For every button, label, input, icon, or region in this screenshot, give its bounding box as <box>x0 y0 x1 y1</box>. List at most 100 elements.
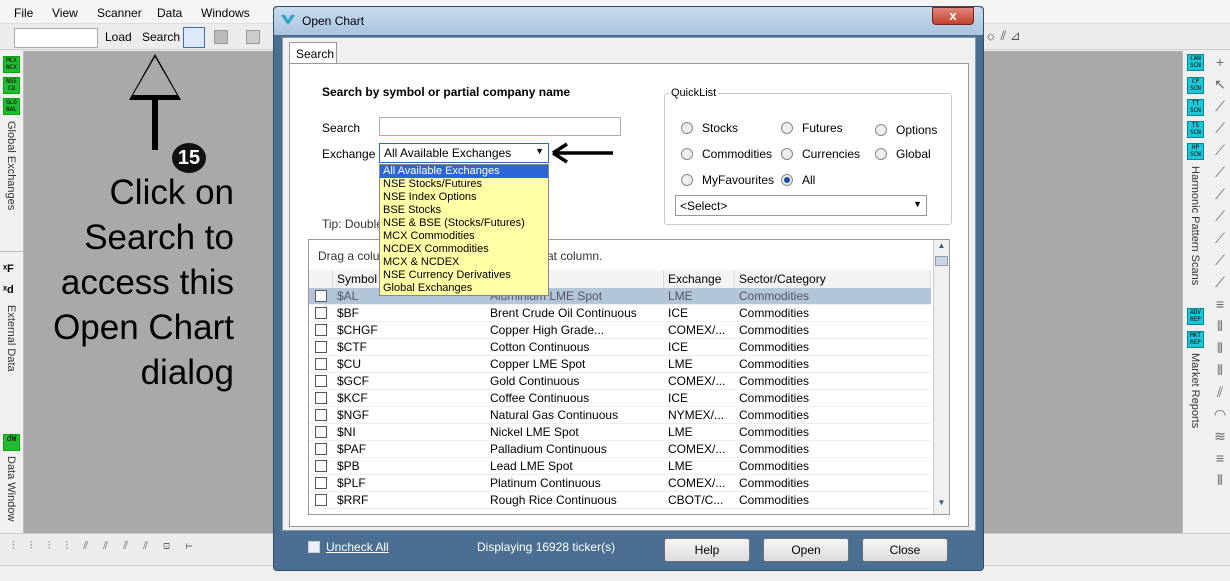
exchange-option[interactable]: NCDEX Commodities <box>380 243 548 256</box>
exchange-option[interactable]: NSE Currency Derivatives <box>380 269 548 282</box>
row-checkbox[interactable] <box>315 375 327 387</box>
table-row[interactable]: $BF Brent Crude Oil Continuous ICE Commodit… <box>309 305 931 322</box>
table-row[interactable]: $GCF Gold Continuous COMEX/... Commodities <box>309 373 931 390</box>
exchange-option[interactable]: NSE Index Options <box>380 191 548 204</box>
radio-all[interactable] <box>781 174 793 186</box>
row-checkbox[interactable] <box>315 443 327 455</box>
data-window-icon[interactable]: dW <box>3 434 20 451</box>
chart-toggle-icon[interactable] <box>183 27 205 48</box>
grid-scrollbar[interactable]: ▲ ▼ <box>933 240 949 514</box>
table-row[interactable]: $CHGF Copper High Grade... COMEX/... Commod… <box>309 322 931 339</box>
tt-scn-icon[interactable]: TT SCN <box>1187 99 1204 116</box>
radio-global[interactable] <box>875 148 887 160</box>
radio-commodities-label[interactable]: Commodities <box>702 147 772 161</box>
menu-file[interactable]: File <box>14 6 33 20</box>
save-icon[interactable] <box>214 30 228 44</box>
row-checkbox[interactable] <box>315 307 327 319</box>
external-d-icon[interactable]: ˣd <box>3 284 14 296</box>
header-sector[interactable]: Sector/Category <box>735 270 931 288</box>
row-checkbox[interactable] <box>315 426 327 438</box>
row-checkbox[interactable] <box>315 409 327 421</box>
table-row[interactable]: $CU Copper LME Spot LME Commodities <box>309 356 931 373</box>
data-window-label[interactable]: Data Window <box>5 456 17 521</box>
row-checkbox[interactable] <box>315 460 327 472</box>
table-row[interactable]: $PB Lead LME Spot LME Commodities <box>309 458 931 475</box>
adv-rep-icon[interactable]: ADV REP <box>1187 308 1204 325</box>
drawing-tools-column-icons[interactable]: + ↖ ⟋ ⟋ ⟋ ⟋ ⟋ ⟋ ⟋ ⟋ ⟋ ≡ ⫴ ⫴ ⫴ ⫽ ◠ ≋ ≡ ⫴ <box>1210 51 1230 531</box>
radio-currencies-label[interactable]: Currencies <box>802 147 860 161</box>
table-row[interactable]: $RRF Rough Rice Continuous CBOT/C... Commod… <box>309 492 931 509</box>
market-reports-label[interactable]: Market Reports <box>1189 353 1201 428</box>
search-button[interactable]: Search <box>142 30 180 44</box>
symbol-input[interactable] <box>14 28 98 48</box>
radio-global-label[interactable]: Global <box>896 147 931 161</box>
quicklist-select[interactable]: <Select> ▼ <box>675 195 927 216</box>
radio-stocks[interactable] <box>681 122 693 134</box>
radio-currencies[interactable] <box>781 148 793 160</box>
radio-options[interactable] <box>875 124 887 136</box>
drawing-tools-icons[interactable]: ☼ ⫽ ⊿ <box>985 28 1075 46</box>
radio-myfavourites-label[interactable]: MyFavourites <box>702 173 774 187</box>
can-scn-icon[interactable]: CAN SCN <box>1187 54 1204 71</box>
uncheck-all-checkbox[interactable] <box>308 541 320 553</box>
uncheck-all-label[interactable]: Uncheck All <box>326 540 389 554</box>
radio-myfavourites[interactable] <box>681 174 693 186</box>
header-exchange[interactable]: Exchange <box>664 270 735 288</box>
scroll-up-icon[interactable]: ▲ <box>935 241 948 255</box>
nse-cd-icon[interactable]: NSE CD <box>3 77 20 94</box>
help-button[interactable]: Help <box>664 538 750 562</box>
radio-all-label[interactable]: All <box>802 173 815 187</box>
print-icon[interactable] <box>246 30 260 44</box>
global-icon[interactable]: GLO BAL <box>3 98 20 115</box>
mcx-ncx-icon[interactable]: MCX NCX <box>3 56 20 73</box>
radio-stocks-label[interactable]: Stocks <box>702 121 738 135</box>
table-row[interactable]: $NI Nickel LME Spot LME Commodities <box>309 424 931 441</box>
mkt-rep-icon[interactable]: MKT REP <box>1187 331 1204 348</box>
row-checkbox[interactable] <box>315 477 327 489</box>
row-checkbox[interactable] <box>315 324 327 336</box>
search-input[interactable] <box>379 117 621 136</box>
radio-futures[interactable] <box>781 122 793 134</box>
global-exchanges-label[interactable]: Global Exchanges <box>5 121 17 210</box>
row-checkbox[interactable] <box>315 341 327 353</box>
menu-data[interactable]: Data <box>157 6 182 20</box>
row-checkbox[interactable] <box>315 290 327 302</box>
exchange-option[interactable]: BSE Stocks <box>380 204 548 217</box>
radio-commodities[interactable] <box>681 148 693 160</box>
hp-scn-icon[interactable]: HP SCN <box>1187 143 1204 160</box>
exchange-option[interactable]: All Available Exchanges <box>380 165 548 178</box>
table-row[interactable]: $KCF Coffee Continuous ICE Commodities <box>309 390 931 407</box>
scroll-thumb[interactable] <box>935 256 948 266</box>
indicator-tools-icons[interactable]: ⫶ ⫶ ⫶ ⫶ ⫽ ⫽ ⫽ ⫽ ⊡ ⊢ <box>12 540 198 553</box>
exchange-option[interactable]: NSE & BSE (Stocks/Futures) <box>380 217 548 230</box>
row-checkbox[interactable] <box>315 494 327 506</box>
exchange-option[interactable]: MCX & NCDEX <box>380 256 548 269</box>
exchange-select[interactable]: All Available Exchanges ▼ <box>379 143 549 163</box>
open-button[interactable]: Open <box>763 538 849 562</box>
radio-futures-label[interactable]: Futures <box>802 121 843 135</box>
scroll-down-icon[interactable]: ▼ <box>935 498 948 512</box>
load-button[interactable]: Load <box>105 30 132 44</box>
exchange-option[interactable]: NSE Stocks/Futures <box>380 178 548 191</box>
exchange-option[interactable]: MCX Commodities <box>380 230 548 243</box>
dialog-titlebar[interactable]: Open Chart x <box>274 7 983 35</box>
row-checkbox[interactable] <box>315 392 327 404</box>
dialog-close-button[interactable]: x <box>932 7 974 25</box>
close-button[interactable]: Close <box>862 538 948 562</box>
table-row[interactable]: $CTF Cotton Continuous ICE Commodities <box>309 339 931 356</box>
ts-scn-icon[interactable]: TS SCN <box>1187 121 1204 138</box>
menu-windows[interactable]: Windows <box>201 6 250 20</box>
tab-search[interactable]: Search <box>289 42 337 64</box>
exchange-option[interactable]: Global Exchanges <box>380 282 548 295</box>
table-row[interactable]: $NGF Natural Gas Continuous NYMEX/... Commo… <box>309 407 931 424</box>
radio-options-label[interactable]: Options <box>896 123 937 137</box>
external-data-label[interactable]: External Data <box>5 305 17 372</box>
row-checkbox[interactable] <box>315 358 327 370</box>
harmonic-pattern-scans-label[interactable]: Harmonic Pattern Scans <box>1189 166 1201 285</box>
menu-scanner[interactable]: Scanner <box>97 6 142 20</box>
external-f-icon[interactable]: ˣF <box>3 263 14 275</box>
menu-view[interactable]: View <box>52 6 78 20</box>
cp-scn-icon[interactable]: CP SCN <box>1187 77 1204 94</box>
table-row[interactable]: $PLF Platinum Continuous COMEX/... Commodit… <box>309 475 931 492</box>
table-row[interactable]: $PAF Palladium Continuous COMEX/... Commodi… <box>309 441 931 458</box>
